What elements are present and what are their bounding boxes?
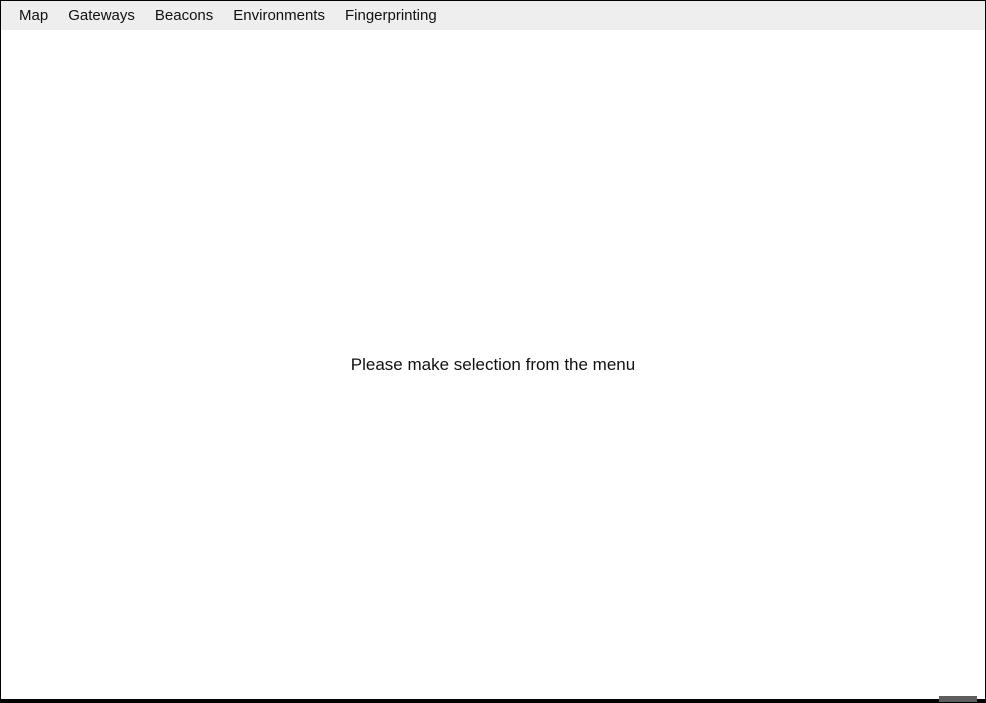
menu-item-environments[interactable]: Environments	[223, 3, 335, 28]
bottom-border	[1, 699, 985, 702]
menu-item-gateways[interactable]: Gateways	[58, 3, 145, 28]
menu-item-beacons[interactable]: Beacons	[145, 3, 223, 28]
placeholder-message: Please make selection from the menu	[351, 355, 635, 375]
menu-item-fingerprinting[interactable]: Fingerprinting	[335, 3, 447, 28]
resize-handle[interactable]	[939, 696, 977, 702]
menu-item-map[interactable]: Map	[9, 3, 58, 28]
menubar: Map Gateways Beacons Environments Finger…	[1, 1, 985, 30]
main-content: Please make selection from the menu	[1, 30, 985, 699]
